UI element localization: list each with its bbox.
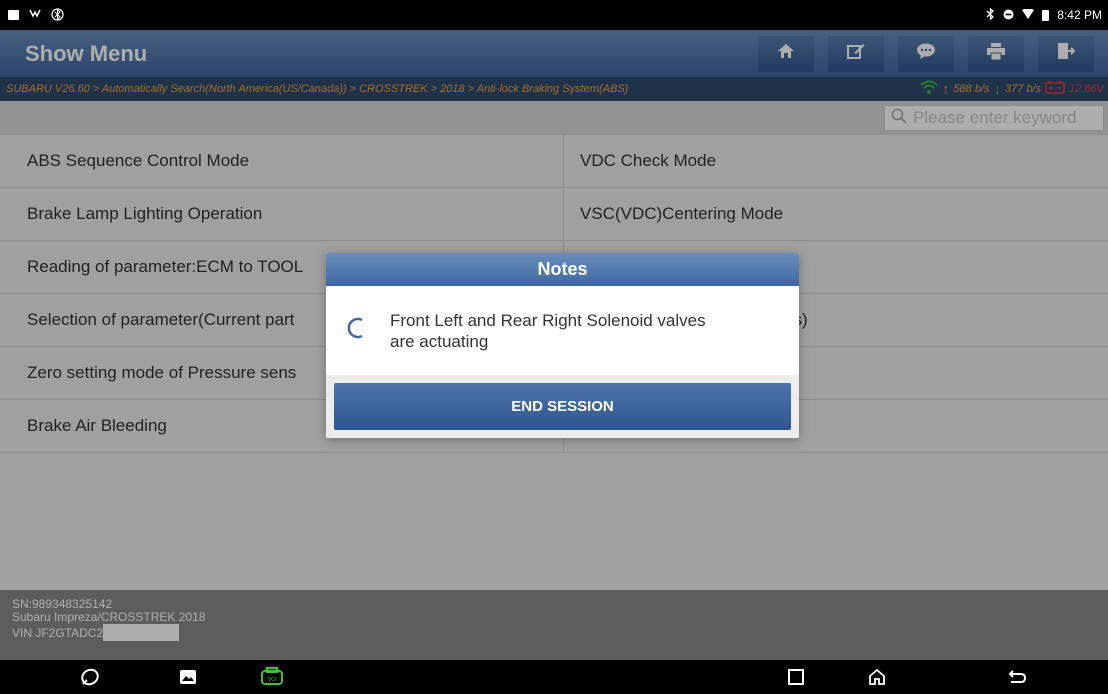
- svg-text:VCI: VCI: [268, 677, 276, 683]
- home-nav-icon[interactable]: [866, 667, 888, 687]
- dialog-title: Notes: [326, 253, 799, 286]
- dialog-actions: END SESSION: [326, 375, 799, 438]
- bluetooth-icon: [986, 7, 995, 22]
- end-session-button[interactable]: END SESSION: [334, 383, 791, 430]
- recent-apps-icon[interactable]: [785, 667, 807, 687]
- clock: 8:42 PM: [1057, 8, 1102, 22]
- dialog-message: Front Left and Rear Right Solenoid valve…: [390, 310, 706, 351]
- wifi-signal-icon: [1022, 8, 1035, 21]
- bluetooth-circle-icon: [51, 7, 64, 23]
- notes-dialog: Notes Front Left and Rear Right Solenoid…: [326, 253, 799, 438]
- vci-notification-icon: [29, 8, 41, 22]
- do-not-disturb-icon: [1003, 9, 1014, 22]
- loading-spinner-icon: [346, 316, 366, 345]
- gallery-icon[interactable]: [177, 667, 199, 687]
- assistant-icon[interactable]: [79, 667, 101, 687]
- image-notification-icon: [8, 10, 19, 20]
- vci-icon[interactable]: VCI: [259, 667, 285, 687]
- back-icon[interactable]: [1006, 667, 1028, 687]
- dialog-body: Front Left and Rear Right Solenoid valve…: [326, 286, 799, 375]
- navigation-bar: VCI: [0, 660, 1108, 694]
- battery-icon: [1042, 9, 1050, 21]
- status-bar: 8:42 PM: [0, 0, 1108, 30]
